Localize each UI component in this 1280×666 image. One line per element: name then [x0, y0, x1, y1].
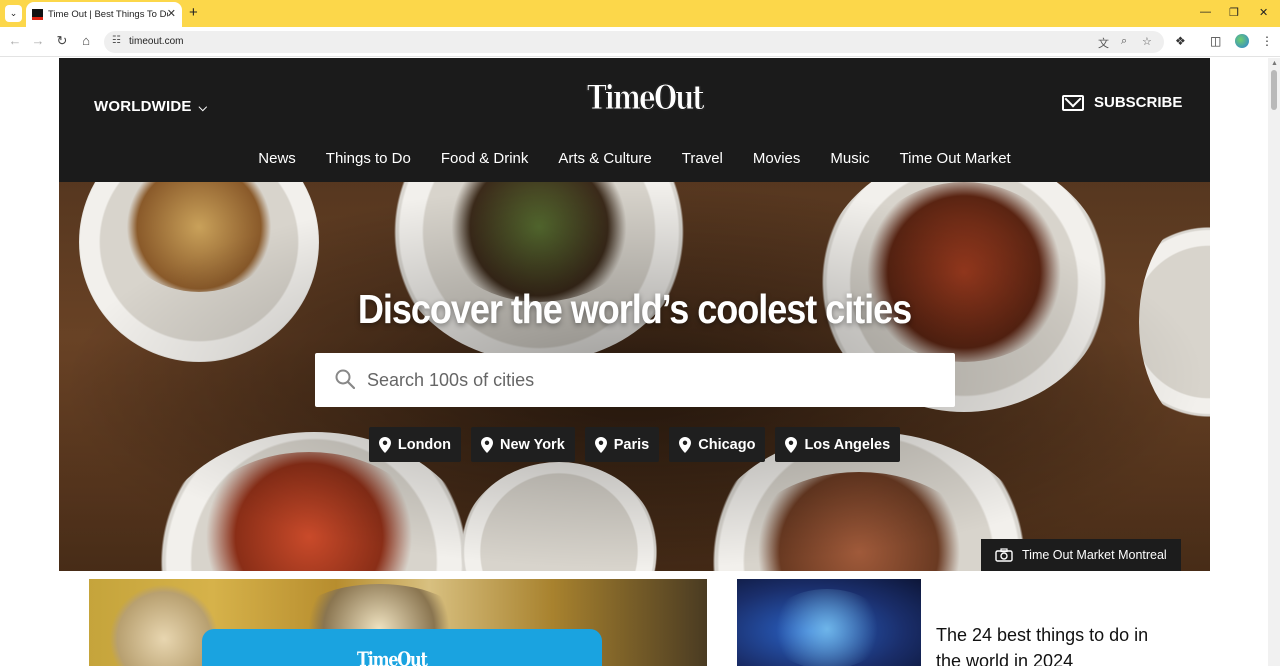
- chevron-down-icon: ⌵: [198, 102, 208, 114]
- map-pin-icon: [594, 436, 607, 453]
- nav-music[interactable]: Music: [830, 150, 869, 167]
- timeout-logo[interactable]: TimeOut: [587, 78, 705, 119]
- browser-toolbar: ← → ↻ ⌂ ☷ timeout.com 文 ⌕ ☆ ❖ ◫ ⋮: [0, 27, 1280, 57]
- city-shortcuts: London New York Paris Chicago Los Angele…: [59, 427, 1210, 462]
- back-arrow-icon[interactable]: ←: [6, 33, 24, 48]
- reload-icon[interactable]: ↻: [53, 33, 71, 49]
- subscribe-label: SUBSCRIBE: [1094, 94, 1183, 111]
- site-header: WORLDWIDE ⌵ TimeOut SUBSCRIBE News Things…: [59, 58, 1210, 182]
- city-search-input[interactable]: [367, 353, 937, 407]
- featured-card-logo: TimeOut: [357, 647, 428, 666]
- menu-kebab-icon[interactable]: ⋮: [1261, 34, 1273, 48]
- search-icon: [335, 369, 355, 389]
- article-title[interactable]: The 24 best things to do in the world in…: [936, 622, 1176, 666]
- subscribe-button[interactable]: SUBSCRIBE: [1062, 94, 1182, 111]
- city-chip-label: New York: [500, 436, 565, 453]
- main-nav: News Things to Do Food & Drink Arts & Cu…: [59, 150, 1210, 167]
- city-chip-paris[interactable]: Paris: [584, 427, 660, 462]
- browser-tab[interactable]: Time Out | Best Things To Do ✕: [26, 2, 182, 27]
- home-icon[interactable]: ⌂: [77, 33, 95, 48]
- city-chip-chicago[interactable]: Chicago: [669, 427, 766, 462]
- featured-card: TimeOut: [202, 629, 602, 666]
- nav-food-drink[interactable]: Food & Drink: [441, 150, 529, 167]
- map-pin-icon: [679, 436, 692, 453]
- city-chip-label: London: [397, 436, 452, 453]
- featured-story-image[interactable]: TimeOut: [89, 579, 707, 666]
- address-bar[interactable]: ☷ timeout.com 文 ⌕ ☆: [104, 31, 1164, 53]
- nav-things-to-do[interactable]: Things to Do: [326, 150, 411, 167]
- photo-credit-label: Time Out Market Montreal: [1022, 548, 1167, 562]
- camera-icon: [995, 548, 1013, 562]
- forward-arrow-icon[interactable]: →: [29, 33, 47, 48]
- extensions-puzzle-icon[interactable]: ❖: [1175, 34, 1186, 48]
- light-installation-image: [767, 589, 887, 666]
- translate-icon[interactable]: 文: [1098, 35, 1109, 51]
- url-text[interactable]: timeout.com: [129, 36, 183, 47]
- mail-icon: [1062, 94, 1084, 111]
- bookmark-star-icon[interactable]: ☆: [1142, 35, 1152, 48]
- nav-movies[interactable]: Movies: [753, 150, 801, 167]
- tab-search-chevron-down-icon[interactable]: ⌄: [5, 5, 22, 22]
- map-pin-icon: [378, 436, 391, 453]
- minimize-icon[interactable]: —: [1200, 6, 1211, 18]
- scroll-thumb[interactable]: [1271, 70, 1277, 110]
- browser-tab-strip: ⌄ Time Out | Best Things To Do ✕ + — ❐ ✕: [0, 0, 1280, 27]
- scroll-up-arrow-icon[interactable]: ▲: [1271, 60, 1278, 67]
- city-chip-label: Los Angeles: [804, 436, 891, 453]
- zoom-icon[interactable]: ⌕: [1121, 35, 1127, 48]
- profile-avatar-icon[interactable]: [1235, 34, 1249, 48]
- photo-credit[interactable]: Time Out Market Montreal: [981, 539, 1181, 571]
- timeout-favicon-icon: [32, 9, 43, 20]
- nav-arts-culture[interactable]: Arts & Culture: [558, 150, 651, 167]
- hero-banner: Discover the world’s coolest cities Lond…: [59, 182, 1210, 571]
- hero-title: Discover the world’s coolest cities: [357, 286, 912, 332]
- page-scrollbar[interactable]: ▲: [1268, 58, 1280, 666]
- map-pin-icon: [785, 436, 798, 453]
- map-pin-icon: [481, 436, 494, 453]
- nav-time-out-market[interactable]: Time Out Market: [900, 150, 1011, 167]
- nav-travel[interactable]: Travel: [682, 150, 723, 167]
- city-chip-label: Chicago: [698, 436, 756, 453]
- tab-close-icon[interactable]: ✕: [167, 7, 176, 20]
- article-thumbnail[interactable]: [737, 579, 921, 666]
- tab-title: Time Out | Best Things To Do: [48, 9, 168, 20]
- city-chip-los-angeles[interactable]: Los Angeles: [775, 427, 901, 462]
- region-selector[interactable]: WORLDWIDE ⌵: [94, 98, 207, 115]
- site-info-icon[interactable]: ☷: [112, 35, 121, 46]
- nav-news[interactable]: News: [258, 150, 296, 167]
- region-label: WORLDWIDE: [94, 98, 192, 115]
- new-tab-plus-icon[interactable]: +: [189, 4, 198, 21]
- city-chip-label: Paris: [613, 436, 650, 453]
- restore-icon[interactable]: ❐: [1229, 6, 1239, 19]
- page-viewport: WORLDWIDE ⌵ TimeOut SUBSCRIBE News Things…: [0, 58, 1268, 666]
- city-chip-new-york[interactable]: New York: [471, 427, 575, 462]
- city-chip-london[interactable]: London: [368, 427, 462, 462]
- side-panel-icon[interactable]: ◫: [1210, 34, 1221, 48]
- window-close-icon[interactable]: ✕: [1259, 6, 1268, 19]
- city-search-box[interactable]: [315, 353, 955, 407]
